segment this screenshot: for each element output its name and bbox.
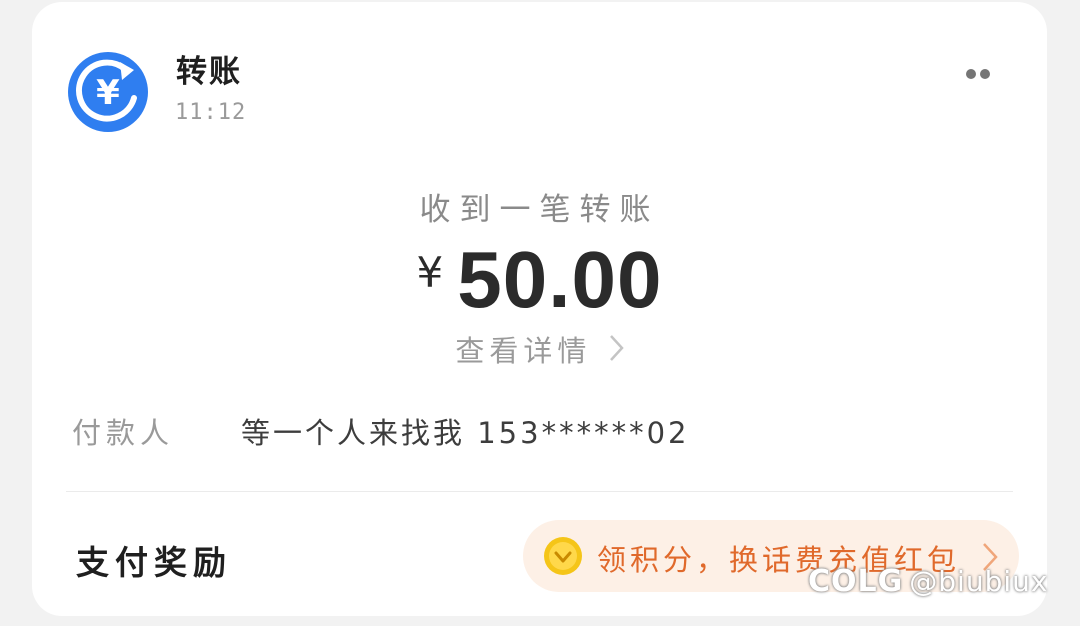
watermark-handle: @biubiux [909,565,1049,598]
app-title: 转账 [176,54,242,90]
payer-label: 付款人 [72,416,175,450]
more-button[interactable] [958,62,998,86]
more-dots-icon [966,69,976,79]
amount-display: ¥50.00 [32,234,1047,326]
transfer-card: ¥ 转账 11:12 收到一笔转账 ¥50.00 查看详情 付款人 等一个人来找… [32,2,1047,616]
amount-value: 50.00 [457,235,663,324]
currency-symbol: ¥ [416,248,444,297]
view-details-link[interactable]: 查看详情 [32,328,1047,370]
divider [66,491,1013,492]
watermark: COLG @biubiux [808,564,1048,599]
transfer-status: 收到一笔转账 [419,192,660,228]
chevron-right-icon [608,333,624,370]
svg-text:¥: ¥ [96,73,120,113]
reward-title: 支付奖励 [76,543,232,582]
message-time: 11:12 [175,100,247,125]
yuan-transfer-icon: ¥ [68,52,148,132]
payer-name: 等一个人来找我 153******02 [241,416,690,450]
watermark-brand: COLG [808,564,904,599]
gold-coin-icon [544,537,582,575]
view-details-label: 查看详情 [455,334,592,368]
